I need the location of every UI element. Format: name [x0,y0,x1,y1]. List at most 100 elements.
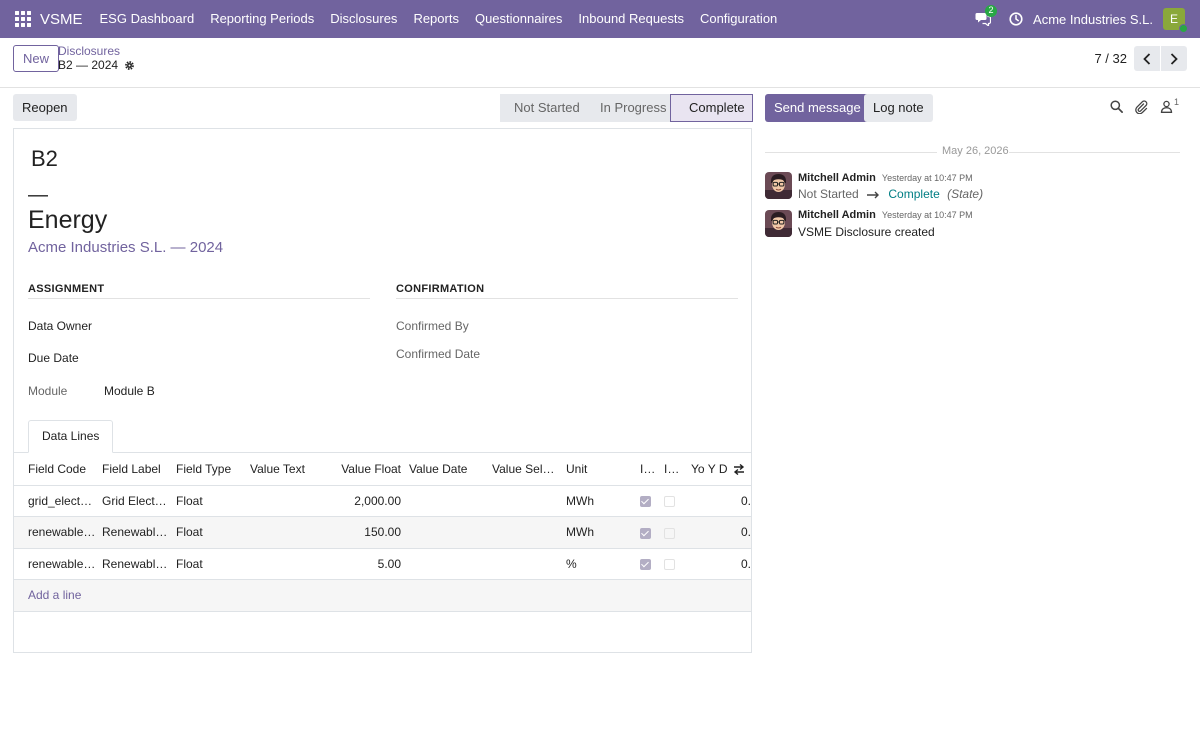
confirmed-date-label: Confirmed Date [396,347,481,361]
follower-count: 1 [1174,97,1180,107]
breadcrumb: Disclosures B2 — 2024 [58,45,135,73]
cell-flag-2 [664,516,691,549]
record-title[interactable]: Energy [28,206,107,235]
cell-flag-1 [640,548,664,580]
cell-field-label: Grid Elect… [102,485,176,517]
activity-clock-icon[interactable] [1009,12,1023,26]
chat-icon[interactable]: 2 [975,5,998,28]
col-flag-2[interactable]: I… [664,453,691,486]
log-note-button[interactable]: Log note [864,94,933,122]
col-field-type[interactable]: Field Type [176,453,250,486]
menu-inbound-requests[interactable]: Inbound Requests [570,0,692,38]
cell-value-selection [492,516,566,549]
avatar[interactable] [765,172,792,199]
col-value-text[interactable]: Value Text [250,453,324,486]
cell-yoy: 0. [691,485,751,517]
checkbox-checked[interactable] [640,527,651,539]
tracking-new-value: Complete [888,187,940,201]
col-field-label[interactable]: Field Label [102,453,176,486]
search-icon[interactable] [1110,100,1123,113]
cell-flag-2 [664,485,691,517]
paperclip-icon[interactable] [1134,100,1148,114]
stage-complete[interactable]: Complete [670,94,753,122]
message-author: Mitchell Admin Yesterday at 10:47 PM [798,209,973,221]
cell-field-code: grid_elect… [14,485,102,517]
main-menu: ESG Dashboard Reporting Periods Disclosu… [92,0,786,38]
pager: 7 / 32 [1094,46,1187,71]
cell-field-code: renewable… [14,516,102,549]
menu-questionnaires[interactable]: Questionnaires [467,0,570,38]
assignment-group-title: ASSIGNMENT [28,283,370,299]
record-name[interactable]: B2 [31,146,58,172]
cell-flag-1 [640,485,664,517]
stage-not-started[interactable]: Not Started [500,94,585,122]
col-value-float[interactable]: Value Float [324,453,409,486]
app-brand[interactable]: VSME [40,11,83,28]
col-value-date[interactable]: Value Date [409,453,492,486]
col-value-selection[interactable]: Value Sel… [492,453,566,486]
cell-value-selection [492,485,566,517]
breadcrumb-parent[interactable]: Disclosures [58,45,135,58]
cell-field-label: Renewabl… [102,548,176,580]
menu-configuration[interactable]: Configuration [692,0,785,38]
cell-field-type: Float [176,516,250,549]
date-separator: May 26, 2026 [765,145,1180,159]
gear-icon[interactable] [124,60,135,71]
table-row[interactable]: renewable… Renewabl… Float 5.00 % 0. [14,548,751,580]
online-status-dot [1179,24,1188,33]
message-author-name[interactable]: Mitchell Admin [798,172,876,184]
menu-esg-dashboard[interactable]: ESG Dashboard [92,0,203,38]
follower-user-icon[interactable] [1160,100,1173,113]
date-separator-label: May 26, 2026 [942,145,1009,157]
apps-grid-icon[interactable] [15,11,31,27]
cell-value-date [409,516,492,549]
message-time: Yesterday at 10:47 PM [881,173,973,183]
tab-data-lines[interactable]: Data Lines [28,420,114,453]
optional-columns-toggle-icon[interactable] [732,464,745,476]
add-line-link[interactable]: Add a line [28,588,81,602]
record-subtitle-link[interactable]: Acme Industries S.L. — 2024 [28,239,223,256]
user-avatar-initial: E [1169,12,1178,26]
send-message-button[interactable]: Send message [765,94,870,122]
date-separator-line-right [1008,152,1180,153]
tracking-value-change: Not Started Complete (State) [798,187,983,201]
table-row[interactable]: renewable… Renewabl… Float 150.00 MWh 0. [14,516,751,549]
col-flag-1[interactable]: I… [640,453,664,486]
col-unit[interactable]: Unit [566,453,640,486]
message-body: VSME Disclosure created [798,225,935,239]
menu-reporting-periods[interactable]: Reporting Periods [202,0,322,38]
new-button[interactable]: New [13,45,60,72]
user-avatar[interactable]: E [1163,8,1188,33]
reopen-button[interactable]: Reopen [13,94,77,121]
module-value: Module B [104,384,155,398]
cell-unit: MWh [566,485,640,517]
menu-disclosures[interactable]: Disclosures [322,0,405,38]
cell-flag-2 [664,548,691,580]
table-header-row: Field Code Field Label Field Type Value … [14,453,751,486]
cell-unit: MWh [566,516,640,549]
checkbox-unchecked[interactable] [664,559,675,571]
company-switcher[interactable]: Acme Industries S.L. [1033,12,1153,27]
chevron-right-icon [1170,52,1178,65]
avatar[interactable] [765,210,792,237]
table-row[interactable]: grid_elect… Grid Elect… Float 2,000.00 M… [14,485,751,517]
confirmation-group-title: CONFIRMATION [396,283,738,299]
record-dash: — [28,184,48,206]
checkbox-checked[interactable] [640,496,651,508]
pager-previous-button[interactable] [1134,46,1160,71]
checkbox-unchecked[interactable] [664,496,675,508]
col-yoy[interactable]: Yo Y D [691,453,751,486]
module-label: Module [28,384,68,398]
arrow-right-icon [867,191,880,199]
stage-in-progress[interactable]: In Progress [585,94,670,122]
menu-reports[interactable]: Reports [405,0,467,38]
cell-yoy: 0. [691,516,751,549]
cell-flag-1 [640,516,664,549]
pager-next-button[interactable] [1161,46,1187,71]
checkbox-unchecked[interactable] [664,527,675,539]
col-field-code[interactable]: Field Code [14,453,102,486]
cell-yoy: 0. [691,548,751,580]
pager-value[interactable]: 7 / 32 [1094,51,1127,66]
checkbox-checked[interactable] [640,559,651,571]
message-author-name[interactable]: Mitchell Admin [798,209,876,221]
